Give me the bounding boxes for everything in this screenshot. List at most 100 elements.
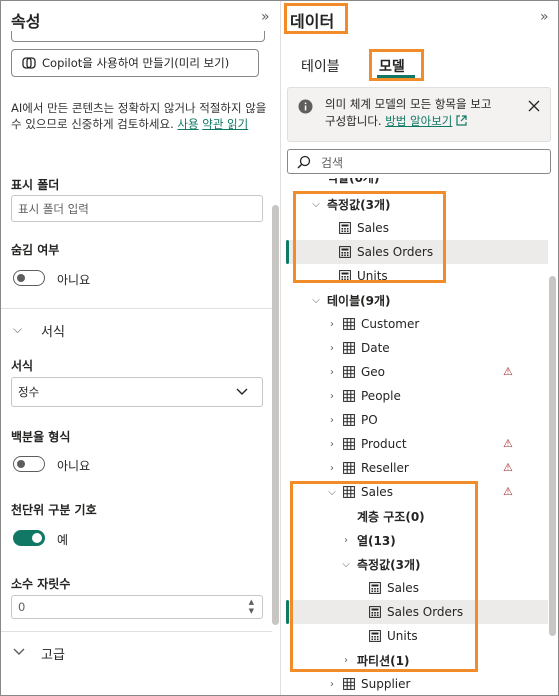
sales-measures-node[interactable]: ⌵ 측정값(3개) — [339, 552, 420, 576]
learn-more-link[interactable]: 방법 알아보기 — [385, 114, 452, 128]
chevron-right-icon: › — [344, 654, 348, 666]
ai-disclaimer: AI에서 만든 콘텐츠는 정확하지 않거나 적절하지 않을 수 있으므로 신중하… — [11, 100, 267, 132]
measures-group-label: 측정값(3개) — [327, 197, 391, 212]
percent-value: 아니요 — [57, 459, 91, 473]
table-label: Sales — [361, 485, 393, 499]
table-icon — [343, 366, 355, 378]
chevron-down-icon: ⌵ — [342, 558, 350, 570]
format-section-header[interactable]: ⌵ — [13, 322, 27, 337]
copilot-button-label: Copilot을 사용하여 만들기(미리 보기) — [42, 56, 230, 70]
stepper-icon[interactable]: ▲ ▼ — [249, 598, 254, 616]
partitions-node[interactable]: › 파티션(1) — [339, 648, 409, 672]
tab-model[interactable]: 모델 — [379, 56, 405, 76]
divider — [1, 308, 272, 309]
search-icon — [297, 155, 311, 169]
hidden-toggle[interactable] — [13, 270, 45, 286]
hidden-value: 아니요 — [57, 273, 91, 287]
chevron-down-icon: ⌵ — [312, 198, 320, 210]
columns-node[interactable]: › 열(13) — [339, 528, 396, 552]
info-line2: 구성합니다. — [325, 114, 382, 128]
hierarchy-node[interactable]: 계층 구조(0) — [357, 504, 425, 528]
sales-measure-label: Sales — [387, 581, 419, 595]
calculator-icon — [339, 246, 351, 258]
measures-group[interactable]: ⌵ 측정값(3개) — [309, 192, 390, 216]
chevron-right-icon: › — [344, 534, 348, 546]
chevron-right-icon: › — [330, 462, 334, 474]
table-row-people[interactable]: › People — [325, 384, 401, 408]
tree-item-measure[interactable]: Units — [339, 264, 388, 288]
tree-item-measure-selected[interactable]: Sales Orders — [339, 240, 433, 264]
display-folder-input[interactable]: 표시 폴더 입력 — [11, 195, 263, 222]
table-icon — [343, 414, 355, 426]
sales-measure-label: Units — [387, 629, 418, 643]
hierarchy-label: 계층 구조(0) — [357, 509, 425, 524]
decimal-places-value: 0 — [18, 600, 26, 614]
table-icon — [343, 486, 355, 498]
chevron-right-icon: › — [330, 390, 334, 402]
tree-item-measure[interactable]: Sales — [339, 216, 389, 240]
table-row-date[interactable]: › Date — [325, 336, 390, 360]
thousands-value: 예 — [57, 533, 69, 547]
calculator-icon — [369, 606, 381, 618]
table-label: Geo — [361, 365, 386, 379]
measure-label: Sales — [357, 221, 389, 235]
advanced-section-header[interactable] — [13, 645, 25, 659]
data-pane: 데이터 » 테이블 모델 의미 체계 모델의 모든 항목을 보고 구성합니다. … — [281, 1, 558, 695]
display-folder-label: 표시 폴더 — [11, 178, 60, 192]
cut-off-control — [11, 31, 265, 42]
warning-icon[interactable]: ⚠ — [503, 365, 513, 378]
table-icon — [343, 462, 355, 474]
info-line1: 의미 체계 모델의 모든 항목을 보고 — [325, 97, 492, 111]
table-row-geo[interactable]: › Geo — [325, 360, 385, 384]
tree-cut-label: 역할(0개) — [327, 178, 380, 185]
table-label: Date — [361, 341, 390, 355]
table-icon — [343, 390, 355, 402]
columns-label: 열(13) — [357, 533, 396, 548]
measure-label: Units — [357, 269, 388, 283]
search-placeholder: 검색 — [321, 156, 344, 170]
tables-group[interactable]: ⌵ 테이블(9개) — [309, 288, 390, 312]
format-dropdown[interactable]: 정수 — [11, 377, 263, 407]
table-row-reseller[interactable]: › Reseller — [325, 456, 409, 480]
table-row-supplier[interactable]: › Supplier — [325, 672, 410, 695]
properties-pane: 속성 » Copilot을 사용하여 만들기(미리 보기) AI에서 만든 콘텐… — [1, 1, 281, 695]
collapse-data-icon[interactable]: » — [540, 9, 549, 25]
warning-icon[interactable]: ⚠ — [503, 461, 513, 474]
terms-link[interactable]: 사용 — [177, 117, 198, 131]
table-label: Product — [361, 437, 407, 451]
percent-toggle[interactable] — [13, 456, 45, 472]
warning-icon[interactable]: ⚠ — [503, 437, 513, 450]
search-box[interactable]: 검색 — [287, 149, 551, 174]
selected-indicator — [286, 600, 289, 624]
thousands-separator-label: 천단위 구분 기호 — [11, 503, 97, 517]
chevron-right-icon: › — [330, 678, 334, 690]
measure-label: Sales Orders — [357, 245, 434, 259]
tab-tables[interactable]: 테이블 — [301, 56, 340, 76]
format-section-title: 서식 — [41, 325, 65, 340]
sales-measure-item[interactable]: Units — [369, 624, 418, 648]
table-icon — [343, 342, 355, 354]
data-scrollbar[interactable] — [549, 276, 556, 636]
properties-scrollbar[interactable] — [272, 205, 279, 625]
table-row-customer[interactable]: › Customer — [325, 312, 419, 336]
warning-icon[interactable]: ⚠ — [503, 485, 513, 498]
table-label: Reseller — [361, 461, 409, 475]
copilot-create-button[interactable]: Copilot을 사용하여 만들기(미리 보기) — [11, 49, 259, 77]
table-row-sales[interactable]: ⌵ Sales — [325, 480, 393, 504]
table-row-po[interactable]: › PO — [325, 408, 378, 432]
chevron-right-icon: › — [330, 366, 334, 378]
table-label: Customer — [361, 317, 420, 331]
thousands-toggle[interactable] — [13, 530, 45, 546]
decimal-places-input[interactable]: 0 ▲ ▼ — [11, 595, 263, 619]
collapse-properties-icon[interactable]: » — [261, 9, 270, 25]
close-icon[interactable] — [528, 100, 540, 112]
chevron-down-icon: ⌵ — [13, 322, 23, 336]
terms-link-cont[interactable]: 약관 읽기 — [202, 117, 248, 131]
sales-measure-item-selected[interactable]: Sales Orders — [369, 600, 463, 624]
table-row-product[interactable]: › Product — [325, 432, 407, 456]
calculator-icon — [339, 222, 351, 234]
sales-measure-item[interactable]: Sales — [369, 576, 419, 600]
active-tab-underline — [377, 75, 415, 78]
format-label: 서식 — [11, 359, 34, 373]
external-link-icon[interactable] — [456, 115, 467, 126]
